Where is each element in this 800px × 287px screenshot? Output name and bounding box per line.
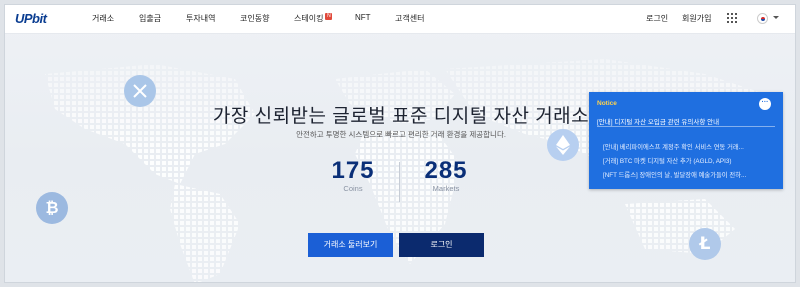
notice-list-item[interactable]: [거래] BTC 마켓 디지털 자산 추가 (AGLD, API3): [603, 156, 773, 165]
upbit-logo[interactable]: UPbit: [15, 11, 47, 26]
signup-link[interactable]: 회원가입: [682, 13, 711, 24]
notice-list-item[interactable]: [NFT 드롭스] 장애인의 날, 발달장애 예술가들이 전하...: [603, 170, 773, 179]
coins-label: Coins: [343, 184, 363, 193]
browser-viewport: UPbit 거래소 입출금 투자내역 코인동향 스테이킹 N NFT 고객센터 로…: [4, 4, 796, 283]
browse-exchange-button[interactable]: 거래소 둘러보기: [308, 233, 393, 257]
new-badge: N: [325, 13, 333, 20]
stat-divider: [399, 162, 400, 202]
nav-deposit-withdraw[interactable]: 입출금: [139, 13, 161, 24]
notice-heading: Notice: [597, 100, 617, 107]
nav-staking-label: 스테이킹: [294, 14, 324, 23]
coins-stat: 175 Coins: [323, 157, 383, 193]
nav-coin-trends[interactable]: 코인동향: [240, 13, 269, 24]
markets-label: Markets: [432, 184, 460, 193]
markets-stat: 285 Markets: [415, 157, 477, 193]
litecoin-coin-icon: Ł: [689, 228, 721, 260]
notice-divider: [597, 126, 775, 127]
nav-investment-history[interactable]: 투자내역: [186, 13, 215, 24]
bitcoin-coin-icon: ₿: [36, 192, 68, 224]
chevron-down-icon[interactable]: [773, 16, 779, 19]
hero-login-button[interactable]: 로그인: [399, 233, 484, 257]
login-link[interactable]: 로그인: [646, 13, 668, 24]
nav-staking[interactable]: 스테이킹 N: [294, 13, 333, 24]
top-navigation-bar: UPbit 거래소 입출금 투자내역 코인동향 스테이킹 N NFT 고객센터 로…: [5, 5, 795, 34]
korea-flag-icon[interactable]: [757, 13, 768, 24]
notice-panel: Notice ··· [안내] 디지털 자산 오입금 관련 유의사항 안내 [안…: [589, 92, 783, 189]
nav-exchange[interactable]: 거래소: [92, 13, 114, 24]
coins-count: 175: [331, 157, 375, 184]
markets-count: 285: [424, 157, 468, 184]
notice-main-item[interactable]: [안내] 디지털 자산 오입금 관련 유의사항 안내: [597, 116, 775, 126]
nav-nft[interactable]: NFT: [355, 13, 371, 22]
notice-list-item[interactable]: [안내] 베리파이에스프 계정주 확인 서비스 연동 거래...: [603, 142, 773, 151]
hero-section: ₿ Ł 가장 신뢰받는 글로벌 표준 디지털 자산 거래소 안전하고 투명한 시…: [5, 34, 795, 282]
apps-grid-icon[interactable]: [727, 13, 737, 23]
more-icon[interactable]: ···: [759, 98, 771, 110]
nav-customer-center[interactable]: 고객센터: [395, 13, 424, 24]
